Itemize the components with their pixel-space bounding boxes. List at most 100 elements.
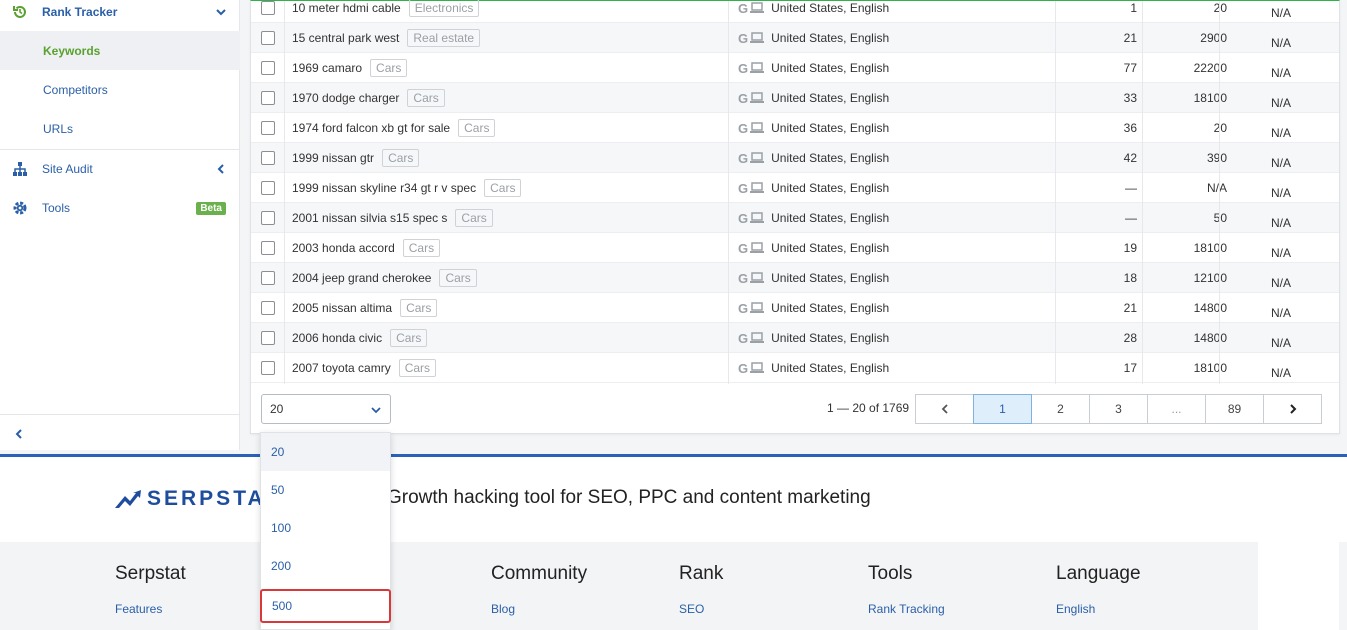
row-checkbox[interactable] [261,331,275,345]
page-button-1[interactable]: 1 [973,394,1032,424]
google-icon: G [738,180,749,196]
desktop-icon [750,302,765,313]
keyword-text[interactable]: 2004 jeep grand cherokee [292,271,431,285]
keyword-text[interactable]: 1969 camaro [292,61,362,75]
row-checkbox[interactable] [261,31,275,45]
table-row: 2001 nissan silvia s15 spec s Cars G United… [251,203,1339,233]
serpstat-logo[interactable]: SERPSTAT [115,487,280,511]
footer-column-link[interactable]: Rank Tracking [868,602,945,616]
keyword-text[interactable]: 1999 nissan gtr [292,151,374,165]
footer-column-link[interactable]: Blog [491,602,515,616]
google-icon: G [738,150,749,166]
keyword-text[interactable]: 2005 nissan altima [292,301,392,315]
sidebar-site-audit[interactable]: Site Audit [0,150,240,188]
sidebar-item-competitors[interactable]: Competitors [0,70,240,109]
keyword-tag[interactable]: Cars [407,89,445,107]
footer-column-link[interactable]: Features [115,602,162,616]
logo-icon [115,490,141,508]
page-ellipsis: ... [1147,394,1206,424]
keyword-tag[interactable]: Cars [400,299,438,317]
keyword-tag[interactable]: Cars [390,329,428,347]
row-checkbox[interactable] [261,181,275,195]
keyword-tag[interactable]: Cars [458,119,496,137]
google-icon: G [738,60,749,76]
keyword-tag[interactable]: Cars [484,179,522,197]
keyword-tag[interactable]: Electronics [408,0,480,17]
desktop-icon [750,122,765,133]
keyword-tag[interactable]: Cars [382,149,420,167]
keyword-text[interactable]: 10 meter hdmi cable [292,1,401,15]
volume-cell: 2900 [1200,31,1227,45]
keyword-cell: 2007 toyota camry Cars [292,353,437,383]
keyword-text[interactable]: 1974 ford falcon xb gt for sale [292,121,450,135]
region-cell: G United States, English [738,53,889,83]
region-text: United States, English [771,301,890,315]
row-checkbox[interactable] [261,91,275,105]
keyword-text[interactable]: 1999 nissan skyline r34 gt r v spec [292,181,476,195]
per-page-option-50[interactable]: 50 [261,471,390,509]
keyword-tag[interactable]: Cars [455,209,493,227]
footer-column-title: Serpstat [115,563,186,584]
desktop-icon [750,242,765,253]
prev-page-button[interactable] [915,394,974,424]
keyword-text[interactable]: 2001 nissan silvia s15 spec s [292,211,447,225]
sidebar-rank-tracker[interactable]: Rank Tracker [0,0,240,24]
footer-column-link[interactable]: English [1056,602,1095,616]
keyword-text[interactable]: 1970 dodge charger [292,91,399,105]
pagination: 1 2 3 ... 89 [915,394,1322,424]
per-page-option-100[interactable]: 100 [261,509,390,547]
row-checkbox[interactable] [261,271,275,285]
collapse-sidebar-icon[interactable] [12,427,26,441]
keyword-cell: 2004 jeep grand cherokee Cars [292,263,477,293]
desktop-icon [750,332,765,343]
sidebar-item-keywords[interactable]: Keywords [0,31,240,70]
sidebar-tools[interactable]: Tools Beta [0,189,240,227]
keyword-tag[interactable]: Cars [402,239,441,257]
position-cell: 17 [1123,361,1137,375]
position-cell: — [1125,181,1137,195]
footer-right-box [1258,542,1339,630]
region-cell: G United States, English [738,263,889,293]
per-page-option-200[interactable]: 200 [261,547,390,585]
page-button-last[interactable]: 89 [1205,394,1264,424]
keyword-text[interactable]: 2007 toyota camry [292,361,391,375]
keyword-tag[interactable]: Cars [398,359,437,377]
keyword-text[interactable]: 2003 honda accord [292,241,395,255]
sidebar-item-label: Keywords [43,43,101,58]
row-checkbox[interactable] [261,301,275,315]
keyword-text[interactable]: 15 central park west [292,31,399,45]
keyword-tag[interactable]: Real estate [407,29,481,47]
sidebar-item-urls[interactable]: URLs [0,109,240,148]
row-checkbox[interactable] [261,211,275,225]
chevron-left-icon[interactable] [214,162,228,176]
desktop-icon [750,92,765,103]
row-checkbox[interactable] [261,1,275,15]
google-icon: G [738,270,749,286]
volume-cell: 22200 [1193,61,1227,75]
table-row: 1974 ford falcon xb gt for sale Cars G Unit… [251,113,1339,143]
next-page-button[interactable] [1263,394,1322,424]
row-checkbox[interactable] [261,361,275,375]
google-icon: G [738,0,749,16]
keyword-text[interactable]: 2006 honda civic [292,331,382,345]
keyword-tag[interactable]: Cars [439,269,477,287]
row-checkbox[interactable] [261,151,275,165]
per-page-option-500[interactable]: 500 [260,589,391,623]
desktop-icon [750,152,765,163]
per-page-select[interactable]: 20 [261,394,391,424]
region-text: United States, English [771,61,890,75]
row-checkbox[interactable] [261,241,275,255]
chevron-down-icon[interactable] [214,5,228,19]
footer-column-link[interactable]: SEO [679,602,704,616]
page-button-2[interactable]: 2 [1031,394,1090,424]
google-icon: G [738,360,749,376]
sidebar-divider [0,414,240,415]
row-checkbox[interactable] [261,61,275,75]
per-page-option-20[interactable]: 20 [261,433,390,471]
keyword-tag[interactable]: Cars [370,59,408,77]
google-icon: G [738,90,749,106]
column-divider [1219,1,1220,384]
page-button-3[interactable]: 3 [1089,394,1148,424]
row-checkbox[interactable] [261,121,275,135]
column-divider [1142,1,1143,384]
